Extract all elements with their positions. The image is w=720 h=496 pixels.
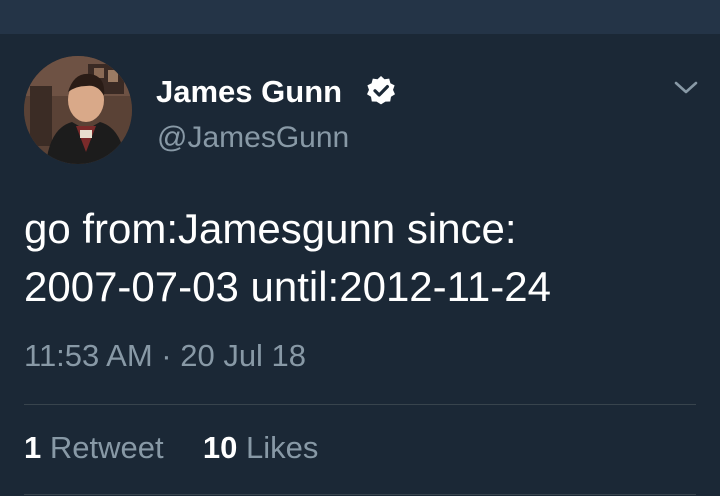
top-bar [0, 0, 720, 35]
chevron-down-icon[interactable] [672, 78, 700, 98]
divider [24, 494, 696, 495]
tweet-card: James Gunn @JamesGunn go from:Jamesgunn … [0, 34, 720, 496]
author-display-name[interactable]: James Gunn [156, 74, 342, 110]
tweet-timestamp[interactable]: 11:53 AM · 20 Jul 18 [24, 336, 306, 376]
author-handle[interactable]: @JamesGunn [157, 120, 349, 156]
tweet-text-line: go from:Jamesgunn since: [24, 205, 517, 252]
tweet-text-line: 2007-07-03 until:2012-11-24 [24, 263, 551, 310]
likes-stat[interactable]: 10 Likes [203, 430, 318, 465]
tweet-stats: 1 Retweet 10 Likes [24, 428, 318, 468]
avatar[interactable] [24, 56, 132, 164]
verified-icon [367, 76, 395, 105]
retweets-stat[interactable]: 1 Retweet [24, 430, 164, 465]
divider [24, 404, 696, 405]
tweet-text: go from:Jamesgunn since: 2007-07-03 unti… [24, 200, 704, 316]
likes-label: Likes [245, 430, 319, 465]
retweets-label: Retweet [49, 430, 164, 465]
likes-count: 10 [202, 430, 238, 465]
retweets-count: 1 [24, 430, 42, 465]
